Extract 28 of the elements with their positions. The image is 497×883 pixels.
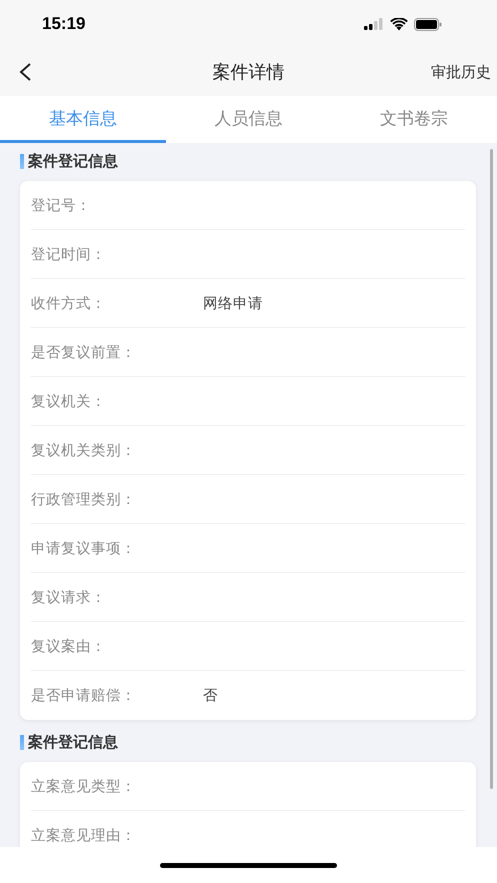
page-title: 案件详情 bbox=[212, 61, 284, 84]
field-value: 否 bbox=[203, 687, 218, 705]
field-label: 复议机关： bbox=[31, 392, 107, 410]
field-label: 是否复议前置： bbox=[31, 344, 137, 362]
tab[interactable]: 人员信息 bbox=[166, 96, 332, 143]
field-label: 复议请求： bbox=[31, 588, 107, 606]
status-time: 15:19 bbox=[42, 14, 86, 34]
field-label: 是否申请赔偿： bbox=[31, 687, 137, 705]
section-title: 案件登记信息 bbox=[28, 152, 118, 170]
field-label: 行政管理类别： bbox=[31, 490, 137, 508]
section-marker-icon bbox=[20, 734, 24, 750]
field-label: 立案意见理由： bbox=[31, 826, 137, 845]
approval-history-link[interactable]: 审批历史 bbox=[431, 62, 497, 82]
section-marker-icon bbox=[20, 154, 24, 168]
tab[interactable]: 基本信息 bbox=[0, 96, 166, 143]
section-title: 案件登记信息 bbox=[28, 732, 118, 752]
signal-icon bbox=[364, 18, 384, 30]
tab[interactable]: 文书卷宗 bbox=[331, 96, 497, 143]
field-label: 登记号： bbox=[31, 196, 92, 214]
field-label: 申请复议事项： bbox=[31, 540, 137, 558]
field-label: 登记时间： bbox=[31, 246, 107, 264]
battery-icon bbox=[414, 18, 442, 30]
field-label: 复议案由： bbox=[31, 638, 107, 656]
field-value: 网络申请 bbox=[203, 294, 263, 312]
field-label: 立案意见类型： bbox=[31, 778, 137, 796]
field-label: 收件方式： bbox=[31, 294, 107, 312]
field-label: 复议机关类别： bbox=[31, 442, 137, 460]
wifi-icon bbox=[390, 18, 408, 30]
